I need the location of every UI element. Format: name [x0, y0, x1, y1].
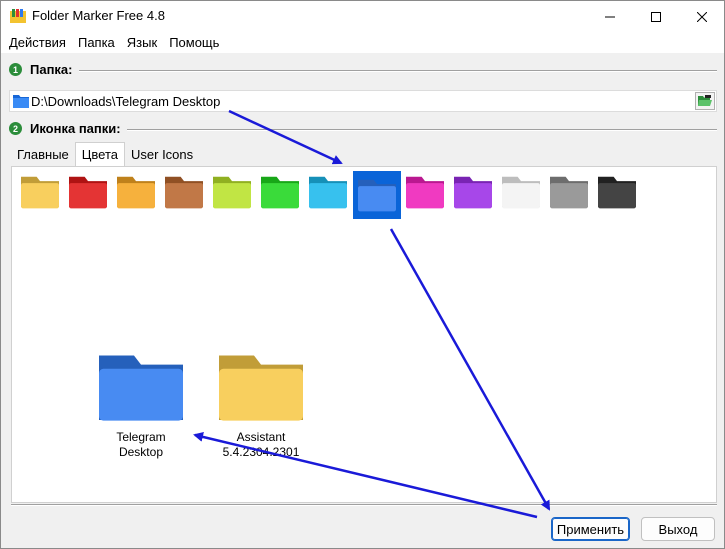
apply-button[interactable]: Применить [551, 517, 630, 541]
preview-folder-name: Telegram [116, 430, 166, 444]
icon-section-header: 2 Иконка папки: [9, 121, 717, 136]
color-swatch-white[interactable] [500, 175, 542, 209]
color-swatch-brown[interactable] [163, 175, 205, 209]
icon-section-label: Иконка папки: [30, 121, 121, 136]
lime-folder-icon [213, 176, 251, 209]
step-number-1: 1 [9, 63, 22, 76]
app-window: Folder Marker Free 4.8 Действия Папка Яз… [0, 0, 725, 549]
close-icon [697, 11, 707, 22]
preview-folder-caption: Telegram Desktop [116, 430, 165, 460]
icon-tabs: Главные Цвета User Icons [11, 142, 199, 167]
preview-folder-caption: Assistant 5.4.2304.2301 [223, 430, 300, 460]
minimize-icon [605, 16, 615, 17]
menu-actions[interactable]: Действия [3, 35, 72, 50]
menu-folder[interactable]: Папка [72, 35, 121, 50]
orange-folder-icon [117, 176, 155, 209]
browse-folder-button[interactable] [695, 92, 715, 110]
arrow-path-to-swatch [228, 109, 343, 165]
blue-folder-icon [99, 355, 183, 421]
app-logo-icon [10, 9, 26, 23]
colors-panel: Telegram Desktop Assistant 5.4.2304.2301 [11, 166, 717, 503]
preview-folder-name: Assistant [236, 430, 286, 444]
folder-path-value: D:\Downloads\Telegram Desktop [31, 93, 221, 109]
cyan-folder-icon [309, 176, 347, 209]
color-swatch-cyan[interactable] [307, 175, 349, 209]
preview-folder-name: 5.4.2304.2301 [222, 445, 300, 459]
color-swatch-pink[interactable] [404, 175, 446, 209]
purple-folder-icon [454, 176, 492, 209]
color-swatches [19, 171, 644, 219]
color-swatch-orange[interactable] [115, 175, 157, 209]
color-swatch-blue[interactable] [353, 171, 401, 219]
red-folder-icon [69, 176, 107, 209]
footer-divider [11, 504, 717, 506]
preview-folder-name: Desktop [118, 445, 163, 459]
color-swatch-black[interactable] [596, 175, 638, 209]
menu-help[interactable]: Помощь [163, 35, 225, 50]
blue-folder-icon [358, 179, 396, 212]
green-folder-icon [261, 176, 299, 209]
exit-button[interactable]: Выход [641, 517, 715, 541]
tab-user-icons[interactable]: User Icons [125, 144, 199, 166]
tab-main[interactable]: Главные [11, 144, 75, 166]
color-swatch-green[interactable] [259, 175, 301, 209]
color-swatch-gray[interactable] [548, 175, 590, 209]
black-folder-icon [598, 176, 636, 209]
maximize-button[interactable] [633, 1, 679, 32]
section-divider [126, 128, 717, 131]
preview-folder-telegram[interactable]: Telegram Desktop [97, 352, 185, 460]
color-swatch-yellow[interactable] [19, 175, 61, 209]
open-folder-icon [698, 95, 712, 106]
close-button[interactable] [679, 1, 725, 32]
title-bar: Folder Marker Free 4.8 [1, 1, 724, 32]
minimize-button[interactable] [587, 1, 633, 32]
folder-section-label: Папка: [30, 62, 73, 77]
folder-section-header: 1 Папка: [9, 62, 717, 77]
yellow-folder-icon [21, 176, 59, 209]
white-folder-icon [502, 176, 540, 209]
blue-folder-icon [13, 95, 29, 108]
section-divider [78, 69, 717, 72]
tab-colors[interactable]: Цвета [74, 142, 126, 166]
yellow-folder-icon [219, 355, 303, 421]
preview-folder-assistant[interactable]: Assistant 5.4.2304.2301 [217, 352, 305, 460]
color-swatch-purple[interactable] [452, 175, 494, 209]
maximize-icon [651, 11, 661, 22]
menu-bar: Действия Папка Язык Помощь [1, 32, 724, 53]
color-swatch-red[interactable] [67, 175, 109, 209]
color-swatch-lime[interactable] [211, 175, 253, 209]
gray-folder-icon [550, 176, 588, 209]
menu-language[interactable]: Язык [121, 35, 163, 50]
step-number-2: 2 [9, 122, 22, 135]
pink-folder-icon [406, 176, 444, 209]
window-title: Folder Marker Free 4.8 [32, 8, 165, 23]
folder-path-field[interactable]: D:\Downloads\Telegram Desktop [9, 90, 717, 112]
brown-folder-icon [165, 176, 203, 209]
